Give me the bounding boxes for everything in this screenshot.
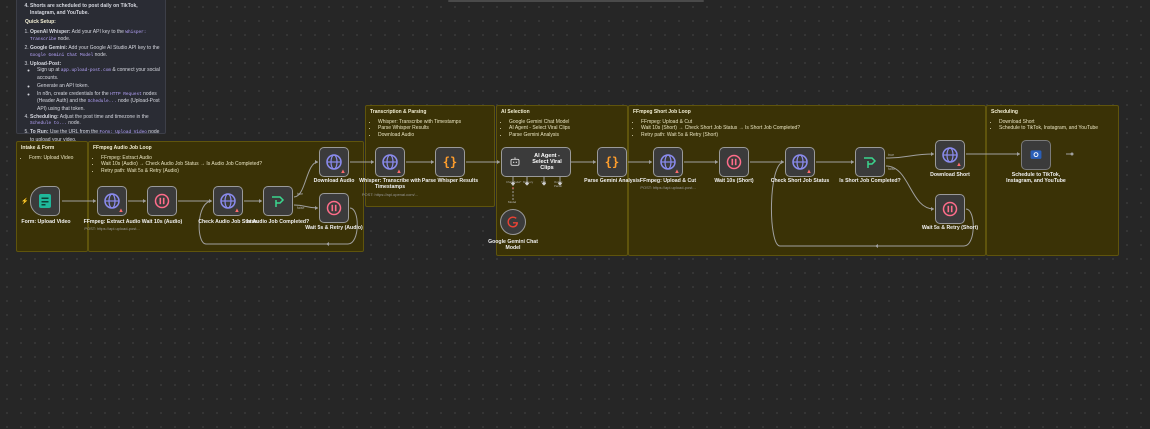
setup-intro-item: Shorts are scheduled to post daily on Ti… [30,3,161,16]
node-whisper[interactable]: ▲ [375,147,405,177]
pause-icon [154,193,170,209]
setup-sticky-note[interactable]: Shorts are scheduled to post daily on Ti… [16,0,166,143]
short-true-branch-label: true [888,153,895,157]
label-parse-whisper: Parse Whisper Results [421,178,479,184]
pause-icon [326,200,342,216]
code-braces-icon: {} [443,155,457,169]
node-ffmpeg-extract[interactable]: ▲ [97,186,127,216]
pause-icon [726,154,742,170]
node-is-audio[interactable] [263,186,293,216]
form-icon [39,194,51,208]
label-download-audio: Download Audio [313,178,355,184]
workflow-canvas[interactable]: Shorts are scheduled to post daily on Ti… [0,0,1150,429]
setup-intro-list: Shorts are scheduled to post daily on Ti… [21,3,161,16]
node-check-audio[interactable]: ▲ [213,186,243,216]
label-ffmpeg-extract: FFmpeg: Extract Audio [83,219,141,225]
warning-icon: ▲ [396,169,402,175]
setup-step-upload-post: Upload-Post: Sign up at app.upload-post.… [30,61,161,113]
setup-steps: OpenAI Whisper: Add your API key to the … [21,29,161,144]
pause-icon [942,201,958,217]
setup-step-whisper: OpenAI Whisper: Add your API key to the … [30,29,161,44]
google-icon [507,216,518,228]
node-ffmpeg-cut[interactable]: ▲ [653,147,683,177]
label-whisper: Whisper: Transcribe with Timestamps [359,178,421,190]
node-check-short[interactable]: ▲ [785,147,815,177]
trigger-bolt-icon: ⚡ [21,199,29,205]
node-retry-short[interactable] [935,194,965,224]
quick-setup-heading: Quick Setup: [25,19,56,25]
robot-icon [510,157,520,166]
sub-ffmpeg-cut: POST: https://api.upload-post... [640,185,696,190]
label-gemini-model: Google Gemini Chat Model [488,239,538,251]
sub-ffmpeg-extract: POST: https://api.upload-post... [84,226,140,231]
node-retry-audio[interactable] [319,193,349,223]
warning-icon: ▲ [674,169,680,175]
svg-text:{}: {} [443,155,457,169]
node-parse-gemini[interactable]: {} [597,147,627,177]
label-is-short: Is Short Job Completed? [839,178,901,184]
warning-icon: ▲ [118,208,124,214]
upload-post-icon [1030,150,1042,159]
label-schedule: Schedule to TikTok, Instagram, and YouTu… [1006,172,1066,184]
warning-icon: ▲ [806,169,812,175]
warning-icon: ▲ [956,162,962,168]
label-form-upload: Form: Upload Video [21,219,71,225]
node-ai-agent[interactable]: AI Agent - Select Viral Clips [501,147,571,177]
upload-post-substeps: Sign up at app.upload-post.com & connect… [30,67,161,112]
label-retry-short: Wait 5s & Retry (Short) [921,225,979,231]
node-gemini-model[interactable] [500,209,526,235]
label-check-short: Check Short Job Status [770,178,830,184]
label-is-audio: Is Audio Job Completed? [246,219,310,225]
setup-step-gemini: Google Gemini: Add your Google AI Studio… [30,45,161,59]
svg-text:{}: {} [605,155,619,169]
if-branch-icon [272,196,285,207]
node-download-short[interactable]: ▲ [935,140,965,170]
node-download-audio[interactable]: ▲ [319,147,349,177]
ai-agent-title: AI Agent - Select Viral Clips [532,153,562,171]
sub-whisper: POST: https://api.openai.com/... [361,192,419,197]
node-wait-audio[interactable] [147,186,177,216]
node-wait-short[interactable] [719,147,749,177]
warning-icon: ▲ [340,169,346,175]
canvas-top-bar [448,0,704,2]
warning-icon: ▲ [234,208,240,214]
node-schedule[interactable] [1021,140,1051,170]
node-is-short[interactable] [855,147,885,177]
label-retry-audio: Wait 5s & Retry (Audio) [305,225,363,231]
setup-step-scheduling: Scheduling: Adjust the post time and tim… [30,114,161,128]
label-parse-gemini: Parse Gemini Analysis [584,178,640,184]
audio-false-branch-label: false [297,206,305,210]
node-parse-whisper[interactable]: {} [435,147,465,177]
label-wait-audio: Wait 10s (Audio) [141,219,183,225]
gemini-port-label: Model [508,200,517,204]
label-wait-short: Wait 10s (Short) [714,178,754,184]
code-braces-icon: {} [605,155,619,169]
audio-true-branch-label: true [297,192,304,196]
node-form-upload[interactable] [30,186,60,216]
if-branch-icon [864,157,877,168]
label-download-short: Download Short [930,172,970,178]
label-ffmpeg-cut: FFmpeg: Upload & Cut [639,178,697,184]
short-false-branch-label: false [888,167,896,171]
